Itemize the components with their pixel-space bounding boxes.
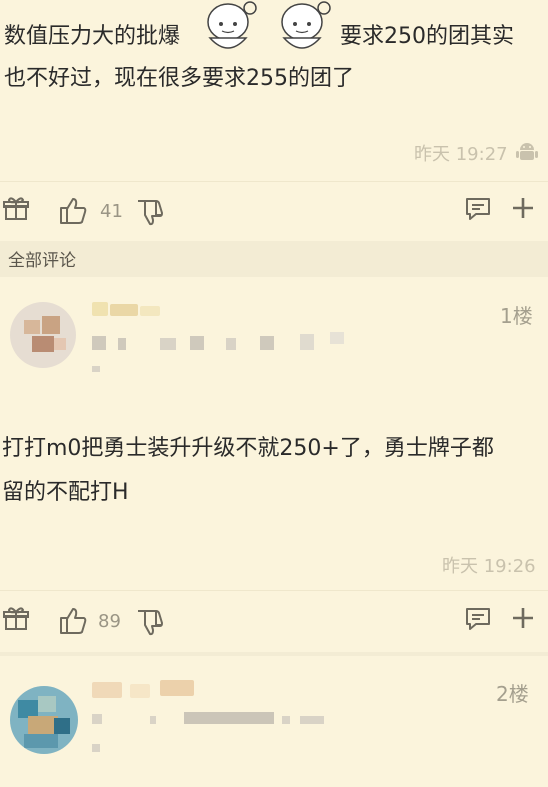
post-text-line1b: 要求250的团其实 bbox=[340, 24, 514, 49]
avatar[interactable] bbox=[10, 686, 78, 754]
floor-number: 1楼 bbox=[500, 304, 533, 328]
user-meta-blurred bbox=[92, 366, 100, 372]
thumbs-up-icon[interactable] bbox=[58, 196, 88, 226]
user-meta-blurred bbox=[92, 714, 102, 724]
like-count: 41 bbox=[100, 201, 123, 222]
user-meta-blurred bbox=[118, 338, 126, 350]
post-text-line2: 也不好过，现在很多要求255的团了 bbox=[4, 66, 354, 91]
user-meta-blurred bbox=[300, 334, 314, 350]
user-meta-blurred bbox=[150, 716, 156, 724]
android-icon bbox=[516, 143, 538, 160]
divider bbox=[0, 590, 548, 591]
divider bbox=[0, 652, 548, 656]
user-meta-blurred bbox=[226, 338, 236, 350]
comment-icon[interactable] bbox=[464, 606, 492, 632]
user-meta-blurred bbox=[330, 332, 344, 344]
user-meta-blurred bbox=[92, 336, 106, 350]
username-blurred[interactable] bbox=[130, 684, 150, 698]
section-title: 全部评论 bbox=[8, 251, 76, 271]
plus-icon[interactable] bbox=[511, 606, 535, 630]
thumbs-up-icon[interactable] bbox=[58, 606, 88, 636]
post-text-line1a: 数值压力大的批爆 bbox=[4, 24, 181, 49]
like-count: 89 bbox=[98, 611, 121, 632]
post-timestamp: 昨天 19:27 bbox=[414, 144, 508, 165]
user-meta-blurred bbox=[92, 744, 100, 752]
comment-icon[interactable] bbox=[464, 196, 492, 222]
comment-text-line1: 打打m0把勇士装升升级不就250+了，勇士牌子都 bbox=[2, 436, 494, 461]
username-blurred[interactable] bbox=[92, 682, 122, 698]
user-meta-blurred bbox=[160, 338, 176, 350]
user-meta-blurred bbox=[184, 712, 274, 724]
divider bbox=[0, 181, 548, 182]
username-blurred[interactable] bbox=[110, 304, 138, 316]
avatar[interactable] bbox=[10, 302, 76, 368]
username-blurred[interactable] bbox=[140, 306, 160, 316]
user-meta-blurred bbox=[300, 716, 324, 724]
emoticon-sticker-icon bbox=[207, 1, 331, 49]
floor-number: 2楼 bbox=[496, 682, 529, 706]
username-blurred[interactable] bbox=[92, 302, 108, 316]
comment-timestamp: 昨天 19:26 bbox=[442, 556, 536, 577]
section-header-bar bbox=[0, 241, 548, 277]
thumbs-down-icon[interactable] bbox=[136, 608, 164, 636]
user-meta-blurred bbox=[282, 716, 290, 724]
user-meta-blurred bbox=[260, 336, 274, 350]
gift-icon[interactable] bbox=[3, 606, 29, 632]
username-blurred[interactable] bbox=[160, 680, 194, 696]
user-meta-blurred bbox=[190, 336, 204, 350]
plus-icon[interactable] bbox=[511, 196, 535, 220]
comment-text-line2: 留的不配打H bbox=[2, 480, 129, 505]
thumbs-down-icon[interactable] bbox=[136, 198, 164, 226]
gift-icon[interactable] bbox=[3, 196, 29, 222]
